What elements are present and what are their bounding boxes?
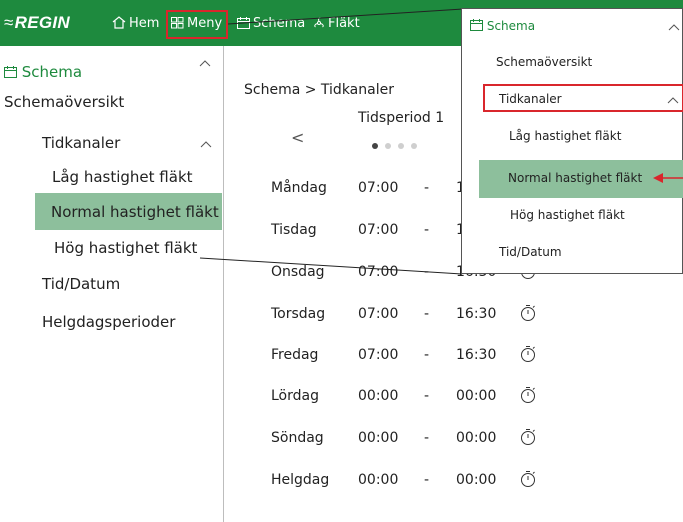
popup-item-schemaoversikt[interactable]: Schemaöversikt xyxy=(496,55,592,69)
calendar-icon xyxy=(470,19,483,31)
chevron-up-icon[interactable] xyxy=(667,96,679,104)
popup-item-hog-hastighet[interactable]: Hög hastighet fläkt xyxy=(510,208,625,222)
popup-item-lag-hastighet[interactable]: Låg hastighet fläkt xyxy=(509,129,621,143)
chevron-up-icon[interactable] xyxy=(668,23,680,31)
popup-section-schema[interactable]: Schema xyxy=(470,19,535,33)
zoom-callout-panel: Schema Schemaöversikt Tidkanaler Låg has… xyxy=(461,8,683,274)
popup-item-normal-hastighet[interactable]: Normal hastighet fläkt xyxy=(508,171,642,185)
popup-item-tidkanaler[interactable]: Tidkanaler xyxy=(499,92,562,106)
popup-item-tid-datum[interactable]: Tid/Datum xyxy=(499,245,562,259)
popup-section-label: Schema xyxy=(486,19,536,33)
red-arrow-icon xyxy=(653,173,683,183)
